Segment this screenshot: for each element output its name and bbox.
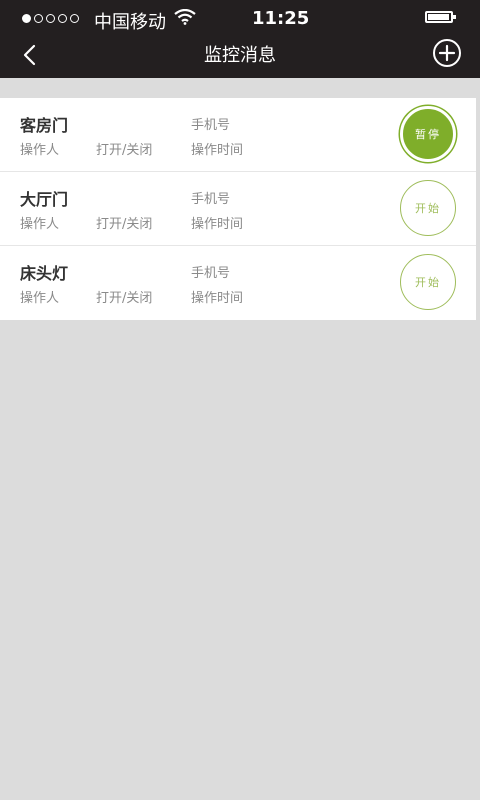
top-bar: 中国移动 11:25 监控消息 xyxy=(0,0,480,78)
list-item: 大厅门 操作人 打开/关闭 手机号 操作时间 开始 xyxy=(0,172,476,246)
status-time: 11:25 xyxy=(252,8,310,29)
battery-icon xyxy=(425,11,456,23)
plus-circle-icon xyxy=(433,39,461,67)
status-bar: 中国移动 11:25 xyxy=(0,0,480,36)
page-title: 监控消息 xyxy=(204,45,276,66)
pause-button[interactable]: 暂停 xyxy=(400,106,456,162)
operator-label: 操作人 xyxy=(20,143,60,158)
action-label: 打开/关闭 xyxy=(96,143,153,158)
device-name: 大厅门 xyxy=(20,190,69,209)
signal-strength-icon xyxy=(22,14,79,23)
operator-label: 操作人 xyxy=(20,291,60,306)
list-item: 客房门 操作人 打开/关闭 手机号 操作时间 暂停 xyxy=(0,98,476,172)
action-label: 打开/关闭 xyxy=(96,217,153,232)
device-name: 床头灯 xyxy=(20,264,69,283)
action-label: 打开/关闭 xyxy=(96,291,153,306)
list-item: 床头灯 操作人 打开/关闭 手机号 操作时间 开始 xyxy=(0,246,476,320)
time-label: 操作时间 xyxy=(191,291,244,306)
nav-bar: 监控消息 xyxy=(0,36,480,78)
wifi-icon xyxy=(174,8,196,29)
phone-label: 手机号 xyxy=(191,192,231,207)
monitor-list: 客房门 操作人 打开/关闭 手机号 操作时间 暂停 大厅门 操作人 打开/关闭 … xyxy=(0,98,476,320)
phone-label: 手机号 xyxy=(191,118,231,133)
time-label: 操作时间 xyxy=(191,143,244,158)
operator-label: 操作人 xyxy=(20,217,60,232)
carrier-name: 中国移动 xyxy=(94,12,166,33)
phone-label: 手机号 xyxy=(191,266,231,281)
time-label: 操作时间 xyxy=(191,217,244,232)
add-button[interactable] xyxy=(428,34,466,72)
device-name: 客房门 xyxy=(20,116,69,135)
start-button[interactable]: 开始 xyxy=(400,180,456,236)
start-button[interactable]: 开始 xyxy=(400,254,456,310)
